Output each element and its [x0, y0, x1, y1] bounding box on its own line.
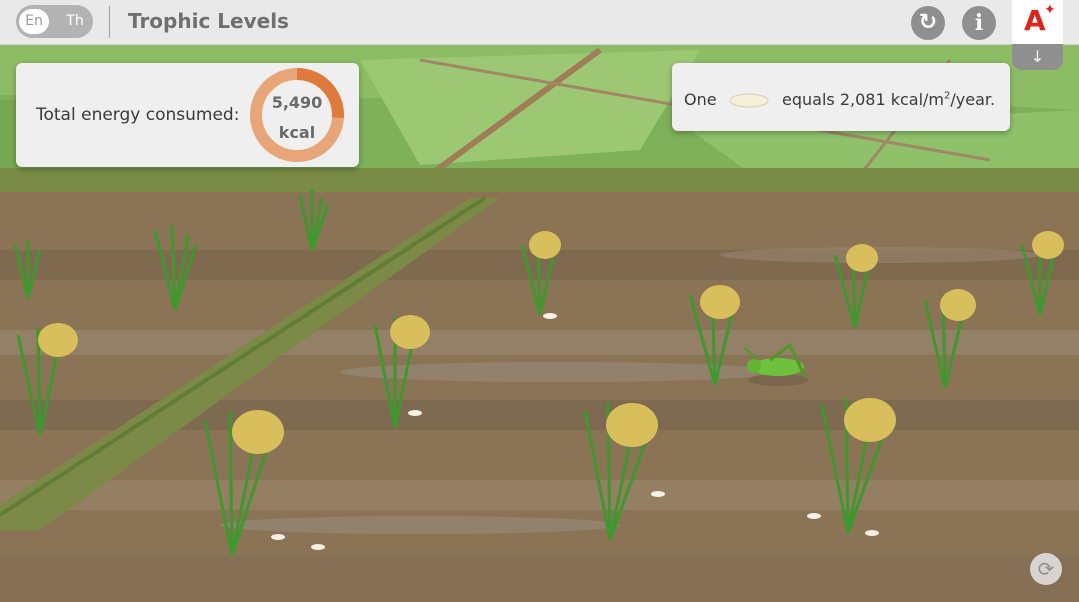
reset-icon: ↻ — [918, 10, 938, 35]
energy-value: 5,490 — [271, 93, 323, 112]
page-title: Trophic Levels — [128, 9, 289, 33]
legend-value: equals 2,081 kcal/m — [782, 90, 944, 109]
logo-letter: A — [1024, 4, 1046, 37]
logo: A ✦ — [1012, 0, 1063, 44]
language-toggle[interactable]: En Th — [16, 5, 93, 38]
legend-prefix: One — [684, 90, 717, 109]
replay-icon: ⟳ — [1037, 557, 1055, 581]
energy-panel: Total energy consumed: 5,490 kcal — [16, 63, 359, 167]
arrow-down-icon: ↓ — [1030, 47, 1045, 66]
rice-grain-icon — [729, 93, 769, 108]
legend-equation: equals 2,081 kcal/m2/year. — [782, 90, 995, 109]
energy-label: Total energy consumed: — [36, 105, 240, 125]
divider — [109, 6, 110, 38]
info-icon: i — [974, 10, 984, 36]
logo-plus-icon: ✦ — [1044, 2, 1056, 18]
energy-donut — [250, 68, 344, 162]
legend-panel: One equals 2,081 kcal/m2/year. — [672, 63, 1010, 131]
collapse-button[interactable]: ↓ — [1012, 44, 1063, 70]
legend-suffix: /year. — [950, 90, 996, 109]
reset-button[interactable]: ↻ — [911, 6, 945, 40]
lang-en-option[interactable]: En — [19, 9, 49, 34]
info-button[interactable]: i — [962, 6, 996, 40]
top-bar: En Th Trophic Levels ↻ i A ✦ — [0, 0, 1079, 45]
replay-button[interactable]: ⟳ — [1030, 553, 1062, 585]
lang-th-option[interactable]: Th — [60, 9, 90, 34]
energy-unit: kcal — [278, 123, 316, 142]
